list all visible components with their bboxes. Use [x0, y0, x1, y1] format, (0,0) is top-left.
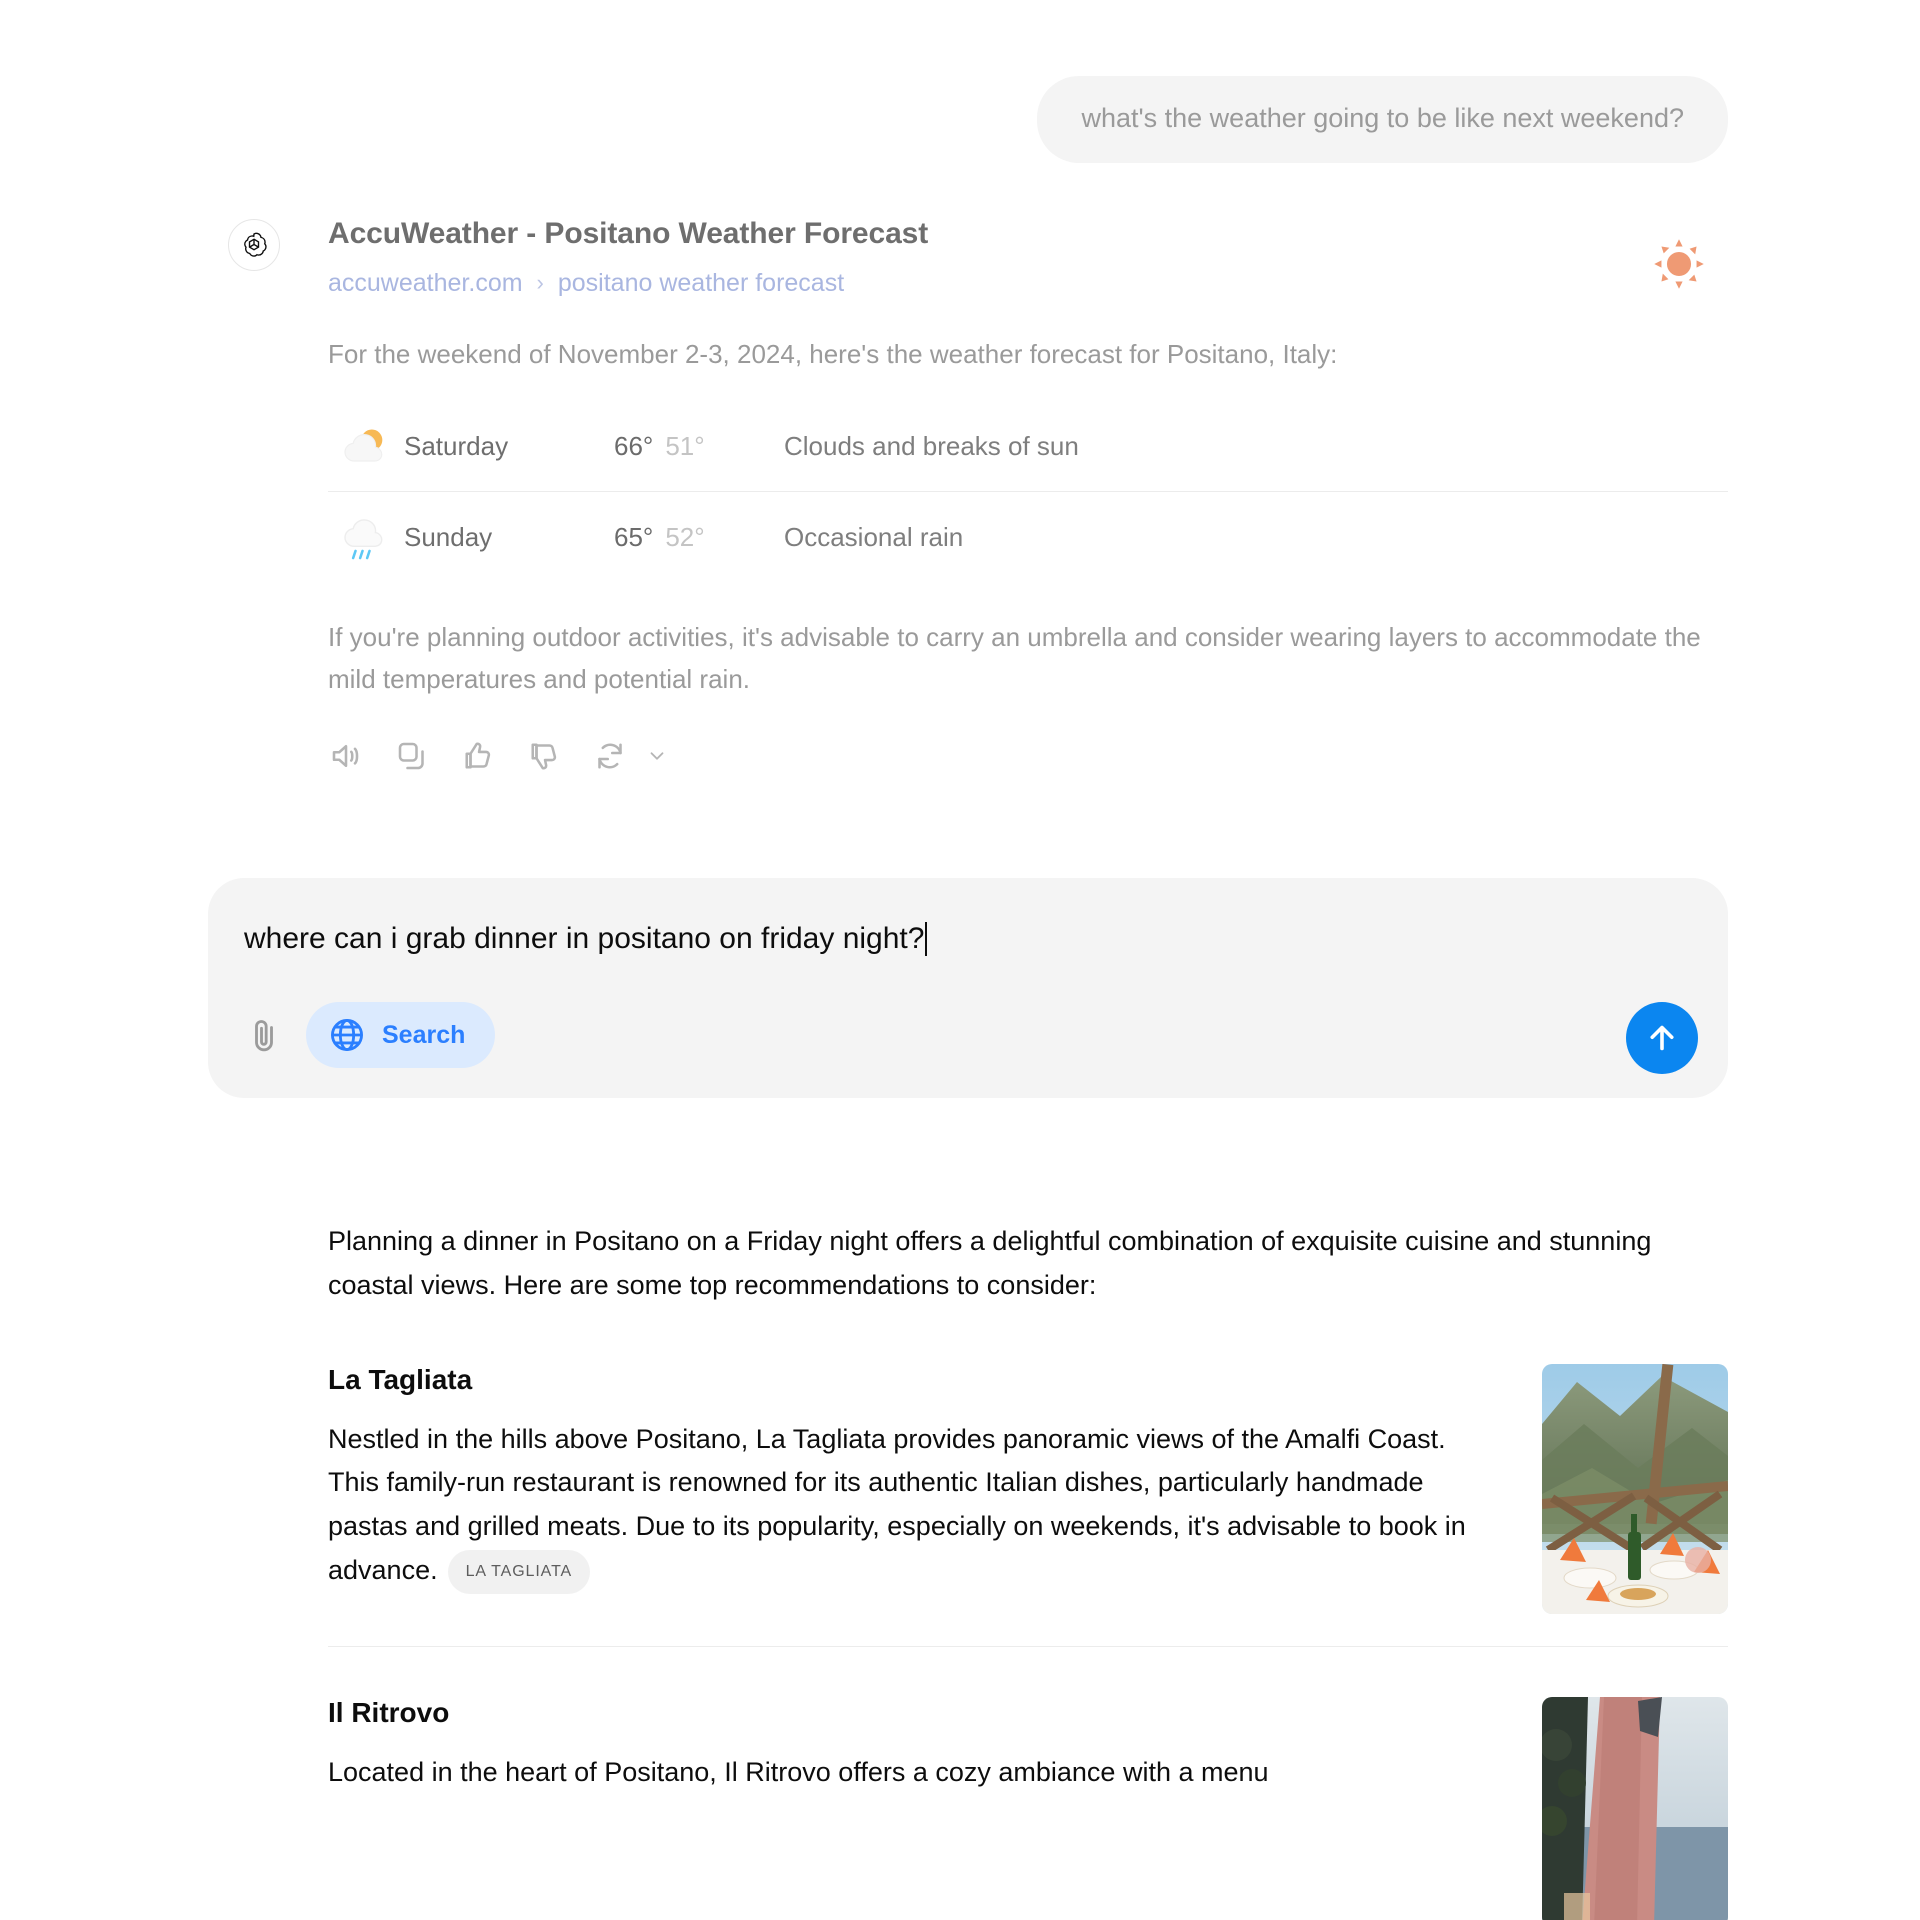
globe-icon — [328, 1016, 366, 1054]
citation-badge[interactable]: LA TAGLIATA — [447, 1549, 591, 1594]
sun-icon — [1652, 237, 1706, 291]
paperclip-icon[interactable] — [244, 1013, 284, 1057]
thumbs-down-icon[interactable] — [526, 738, 562, 774]
chat-page: what's the weather going to be like next… — [0, 0, 1920, 1920]
read-aloud-icon[interactable] — [328, 738, 364, 774]
composer-toolbar: Search — [244, 1002, 1698, 1075]
table-row: Sunday 65° 52° Occasional rain — [328, 492, 1728, 582]
weather-advisory-text: If you're planning outdoor activities, i… — [328, 622, 1701, 695]
rain-cloud-icon — [328, 509, 404, 565]
forecast-description: Occasional rain — [784, 521, 964, 552]
forecast-low: 51° — [665, 431, 705, 461]
dinner-answer-body: Planning a dinner in Positano on a Frida… — [328, 1220, 1920, 1920]
search-input[interactable]: where can i grab dinner in positano on f… — [244, 918, 924, 960]
restaurant-description: Located in the heart of Positano, Il Rit… — [328, 1756, 1269, 1787]
message-actions — [328, 738, 1728, 774]
forecast-low: 52° — [665, 521, 705, 552]
list-item: La Tagliata Nestled in the hills above P… — [328, 1363, 1728, 1614]
chevron-down-icon[interactable] — [646, 745, 668, 767]
dinner-answer-block: Planning a dinner in Positano on a Frida… — [0, 1220, 1920, 1920]
search-tool-label: Search — [382, 1020, 466, 1049]
user-message-bubble: what's the weather going to be like next… — [1037, 76, 1728, 163]
arrow-up-icon — [1644, 1020, 1680, 1056]
source-title[interactable]: AccuWeather - Positano Weather Forecast — [328, 215, 1728, 253]
forecast-table: Saturday 66° 51° Clouds and breaks of sun — [328, 402, 1728, 582]
weather-card: AccuWeather - Positano Weather Forecast … — [328, 215, 1728, 775]
restaurant-thumbnail[interactable] — [1542, 1363, 1728, 1614]
thumbs-up-icon[interactable] — [460, 738, 496, 774]
forecast-day: Saturday — [404, 431, 509, 461]
forecast-temps: 66° 51° — [614, 431, 784, 462]
partly-cloudy-icon — [328, 419, 404, 475]
user-message-row: what's the weather going to be like next… — [0, 0, 1920, 163]
restaurant-thumbnail[interactable] — [1542, 1696, 1728, 1920]
forecast-high: 66° — [614, 431, 654, 461]
weather-answer-block: AccuWeather - Positano Weather Forecast … — [0, 215, 1920, 775]
breadcrumb-page[interactable]: positano weather forecast — [558, 266, 844, 301]
breadcrumb[interactable]: accuweather.com › positano weather forec… — [328, 266, 1728, 301]
regenerate-icon[interactable] — [592, 738, 628, 774]
send-button[interactable] — [1626, 1002, 1698, 1075]
text-caret — [925, 922, 928, 957]
forecast-high: 65° — [614, 521, 654, 552]
forecast-day: Sunday — [404, 521, 493, 552]
restaurant-name: Il Ritrovo — [328, 1696, 450, 1728]
restaurant-name: La Tagliata — [328, 1363, 473, 1395]
forecast-temps: 65° 52° — [614, 522, 784, 553]
table-row: Saturday 66° 51° Clouds and breaks of sun — [328, 402, 1728, 492]
dinner-intro-text: Planning a dinner in Positano on a Frida… — [328, 1226, 1652, 1300]
list-item: Il Ritrovo Located in the heart of Posit… — [328, 1645, 1728, 1920]
chevron-right-icon: › — [536, 270, 544, 296]
restaurant-description: Nestled in the hills above Positano, La … — [328, 1418, 1488, 1594]
message-composer[interactable]: where can i grab dinner in positano on f… — [208, 878, 1728, 1099]
composer-input-row[interactable]: where can i grab dinner in positano on f… — [244, 918, 1692, 960]
forecast-description: Clouds and breaks of sun — [784, 431, 1079, 461]
breadcrumb-domain[interactable]: accuweather.com — [328, 266, 523, 301]
search-tool-button[interactable]: Search — [306, 1002, 496, 1069]
copy-icon[interactable] — [394, 738, 430, 774]
openai-logo-icon — [228, 218, 280, 271]
weather-intro-text: For the weekend of November 2-3, 2024, h… — [328, 339, 1338, 369]
